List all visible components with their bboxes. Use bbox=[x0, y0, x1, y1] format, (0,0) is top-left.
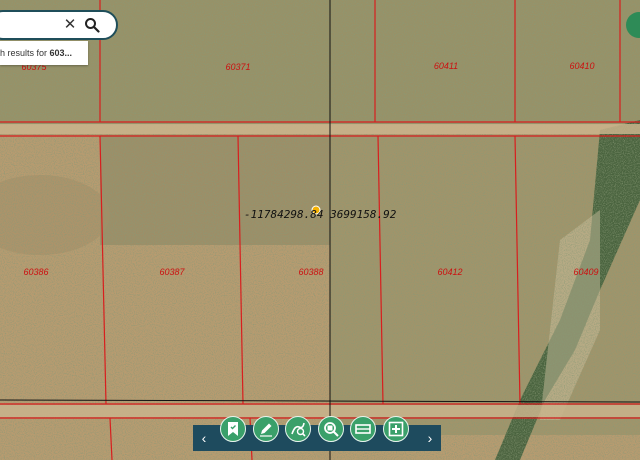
add-icon bbox=[388, 421, 404, 437]
parcel-label[interactable]: 60412 bbox=[437, 267, 462, 277]
bookmark-button[interactable] bbox=[220, 416, 246, 442]
terrain-texture bbox=[0, 0, 640, 460]
draw-icon bbox=[260, 423, 272, 437]
parcel-label[interactable]: 60410 bbox=[569, 61, 594, 71]
road bbox=[0, 124, 640, 134]
road bbox=[0, 405, 640, 417]
measure-button[interactable] bbox=[285, 416, 311, 442]
map-canvas[interactable]: 60375 60371 60411 6041060386 60387 60388 60412… bbox=[0, 0, 640, 460]
parcel-label[interactable]: 60386 bbox=[23, 267, 48, 277]
parcel-label[interactable]: 60371 bbox=[225, 62, 250, 72]
search-icon[interactable] bbox=[84, 17, 100, 33]
draw-button[interactable] bbox=[253, 416, 279, 442]
search-results[interactable]: h results for 603... bbox=[0, 41, 88, 65]
measure-icon bbox=[291, 422, 306, 437]
chevron-right-icon[interactable]: › bbox=[423, 429, 437, 447]
parcel-label[interactable]: 60387 bbox=[159, 267, 185, 277]
add-button[interactable] bbox=[383, 416, 409, 442]
zoom-search-icon bbox=[324, 422, 339, 437]
chevron-left-icon[interactable]: ‹ bbox=[197, 429, 211, 447]
zoom-search-button[interactable] bbox=[318, 416, 344, 442]
close-icon[interactable]: ✕ bbox=[62, 17, 78, 33]
parcel-label[interactable]: 60409 bbox=[573, 267, 598, 277]
parcel-label[interactable]: 60388 bbox=[298, 267, 323, 277]
coordinate-readout: -11784298.84 3699158.92 bbox=[244, 208, 397, 221]
search-results-query: 603... bbox=[49, 48, 73, 58]
search-results-prefix: h results for bbox=[0, 48, 50, 58]
layers-icon bbox=[355, 424, 371, 434]
bookmark-icon bbox=[228, 422, 238, 436]
search-box[interactable]: ✕ bbox=[0, 10, 118, 40]
layers-button[interactable] bbox=[350, 416, 376, 442]
map-toolbar: ‹ › bbox=[193, 416, 441, 451]
parcel-label[interactable]: 60411 bbox=[434, 61, 458, 71]
